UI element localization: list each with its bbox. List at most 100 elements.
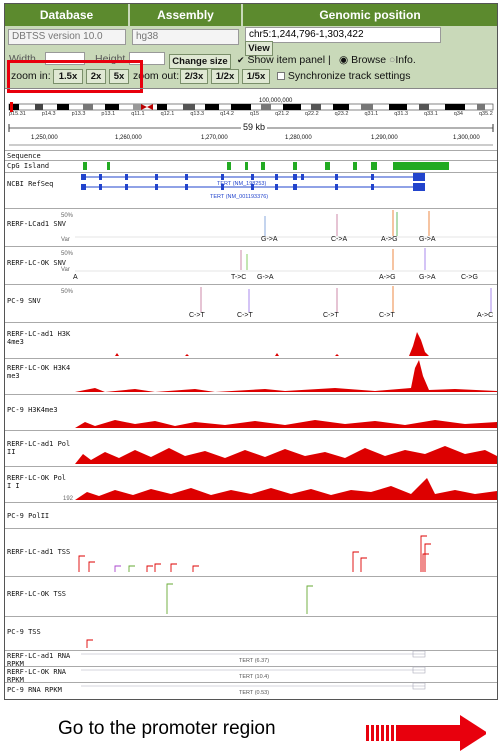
tracks-area: Sequence CpG Island NCBI RefSeq TERT (NM…: [5, 150, 497, 700]
snv-allele: T->C: [231, 274, 247, 281]
database-select[interactable]: DBTSS version 10.0: [8, 29, 126, 45]
database-header: Database: [5, 4, 128, 26]
ruler: 59 kb 1,250,000 1,260,000 1,270,000 1,28…: [5, 120, 497, 150]
band-label: q23.2: [334, 111, 349, 117]
var-label: Var: [61, 237, 70, 243]
percent-label: 50%: [61, 289, 74, 295]
snv-allele: G->A: [419, 236, 436, 243]
track-label-tss3: PC-9 TSS: [7, 628, 41, 636]
band-label: q14.2: [220, 111, 234, 117]
zoom-out-1-5x-button[interactable]: 1/5x: [242, 69, 270, 84]
refseq-track: [81, 173, 425, 191]
pol2-track: [75, 478, 497, 500]
band-label: q11.1: [131, 111, 145, 117]
snv-allele: C->T: [237, 312, 253, 319]
ideogram: 100,000,000 p15.31 p14.3 p13.3 p13.1 q11.1 q1…: [5, 88, 497, 118]
ruler-tick-label: 1,280,000: [285, 135, 312, 141]
track-label-pol1: RERF-LC-ad1 Pol II: [7, 440, 71, 456]
zoom-out-2-3x-button[interactable]: 2/3x: [180, 69, 208, 84]
genome-browser-frame: Database Assembly Genomic position DBTSS…: [4, 3, 498, 700]
band-label: p13.3: [71, 111, 86, 117]
zoom-out-1-2x-button[interactable]: 1/2x: [211, 69, 239, 84]
info-radio[interactable]: ○Info.: [389, 54, 416, 66]
show-item-panel-checkbox[interactable]: ✔ Show item panel |: [237, 54, 331, 66]
snv-allele: G->A: [257, 274, 274, 281]
h3k3-track: [75, 420, 497, 428]
snv-allele: A->G: [381, 236, 398, 243]
tss1-track: [78, 535, 431, 572]
band-label: q34: [453, 111, 463, 117]
snv-allele: C->T: [323, 312, 339, 319]
snv-allele: G->A: [419, 274, 436, 281]
track-label-snv3: PC-9 SNV: [7, 297, 41, 305]
sync-checkbox[interactable]: Synchronize track settings: [277, 70, 410, 82]
h3k2-track: [75, 360, 497, 392]
band-label: q31.3: [394, 111, 408, 117]
track-label-rna3: PC-9 RNA RPKM: [7, 686, 62, 694]
assembly-select[interactable]: hg38: [132, 29, 239, 45]
snv3-track: [200, 286, 492, 312]
refseq-transcript-label: TERT (NM_198253): [217, 181, 267, 187]
band-label: q12.1: [160, 111, 175, 117]
rna-value-label: TERT (0.53): [239, 690, 270, 696]
band-label: q21.2: [275, 111, 289, 117]
rna3-track: [81, 682, 426, 690]
snv-allele: C->A: [331, 236, 348, 243]
band-label: q33.1: [424, 111, 438, 117]
h3k1-track: [75, 332, 497, 356]
browse-label: Browse: [351, 54, 387, 66]
position-header: Genomic position: [243, 4, 497, 26]
track-label-cpg: CpG Island: [7, 162, 50, 170]
percent-label: 50%: [61, 213, 74, 219]
band-label: q15: [249, 111, 260, 117]
ideogram-band-labels: p15.31 p14.3 p13.3 p13.1 q11.1 q12.1 q13.3 q14.…: [9, 111, 493, 117]
snv-allele: A->C: [477, 312, 494, 319]
snv-allele: C->T: [189, 312, 205, 319]
browse-radio[interactable]: ◉ Browse: [339, 54, 386, 66]
tss2-track: [166, 583, 313, 614]
track-label-tss1: RERF-LC-ad1 TSS: [7, 548, 71, 556]
band-label: q31.1: [364, 111, 379, 117]
ruler-tick-label: 1,300,000: [453, 135, 480, 141]
track-label-h3k1: RERF-LC-ad1 H3K 4me3: [7, 330, 71, 346]
show-item-panel-label: Show item panel |: [247, 54, 331, 66]
pol1-track: [75, 446, 497, 464]
track-label-snv2: RERF-LC-OK SNV: [7, 259, 67, 267]
snv-allele: G->A: [261, 236, 278, 243]
ruler-tick-label: 1,290,000: [371, 135, 398, 141]
ruler-tick-label: 1,260,000: [115, 135, 142, 141]
track-label-refseq: NCBI RefSeq: [7, 180, 54, 188]
band-label: p15.31: [9, 111, 26, 117]
ruler-span-label: 59 kb: [241, 122, 268, 132]
var-label: Var: [61, 267, 70, 273]
snv-allele: A: [73, 274, 78, 281]
rna1-track: [81, 650, 426, 658]
info-label: Info.: [395, 54, 416, 66]
snv-allele: C->T: [379, 312, 395, 319]
ruler-tick-label: 1,250,000: [31, 135, 58, 141]
position-input[interactable]: chr5:1,244,796-1,303,422: [245, 27, 441, 43]
tss3-track: [86, 639, 93, 648]
percent-label: 50%: [61, 251, 74, 257]
band-label: p13.1: [101, 111, 116, 117]
snv-allele: C->G: [461, 274, 478, 281]
rna2-track: [81, 666, 426, 674]
rna-value-label: TERT (10.4): [239, 674, 270, 680]
band-label: q35.2: [479, 111, 493, 117]
band-label: p14.3: [41, 111, 56, 117]
refseq-transcript-label: TERT (NM_001193376): [210, 194, 269, 200]
track-label-pol3: PC-9 PolII: [7, 512, 50, 520]
scale-label: 192: [63, 496, 74, 502]
track-label-snv1: RERF-LCad1 SNV: [7, 220, 67, 228]
arrow-right-icon: [366, 715, 486, 751]
band-label: q22.2: [304, 111, 319, 117]
cpg-track: [83, 162, 449, 170]
sync-label: Synchronize track settings: [287, 70, 411, 82]
track-label-tss2: RERF-LC-OK TSS: [7, 590, 67, 598]
track-divider: [5, 150, 497, 151]
track-label-h3k3: PC-9 H3K4me3: [7, 406, 58, 414]
assembly-header: Assembly: [130, 4, 241, 26]
change-size-button[interactable]: Change size: [169, 54, 231, 69]
rna-value-label: TERT (6.37): [239, 658, 270, 664]
band-label: q13.3: [190, 111, 205, 117]
